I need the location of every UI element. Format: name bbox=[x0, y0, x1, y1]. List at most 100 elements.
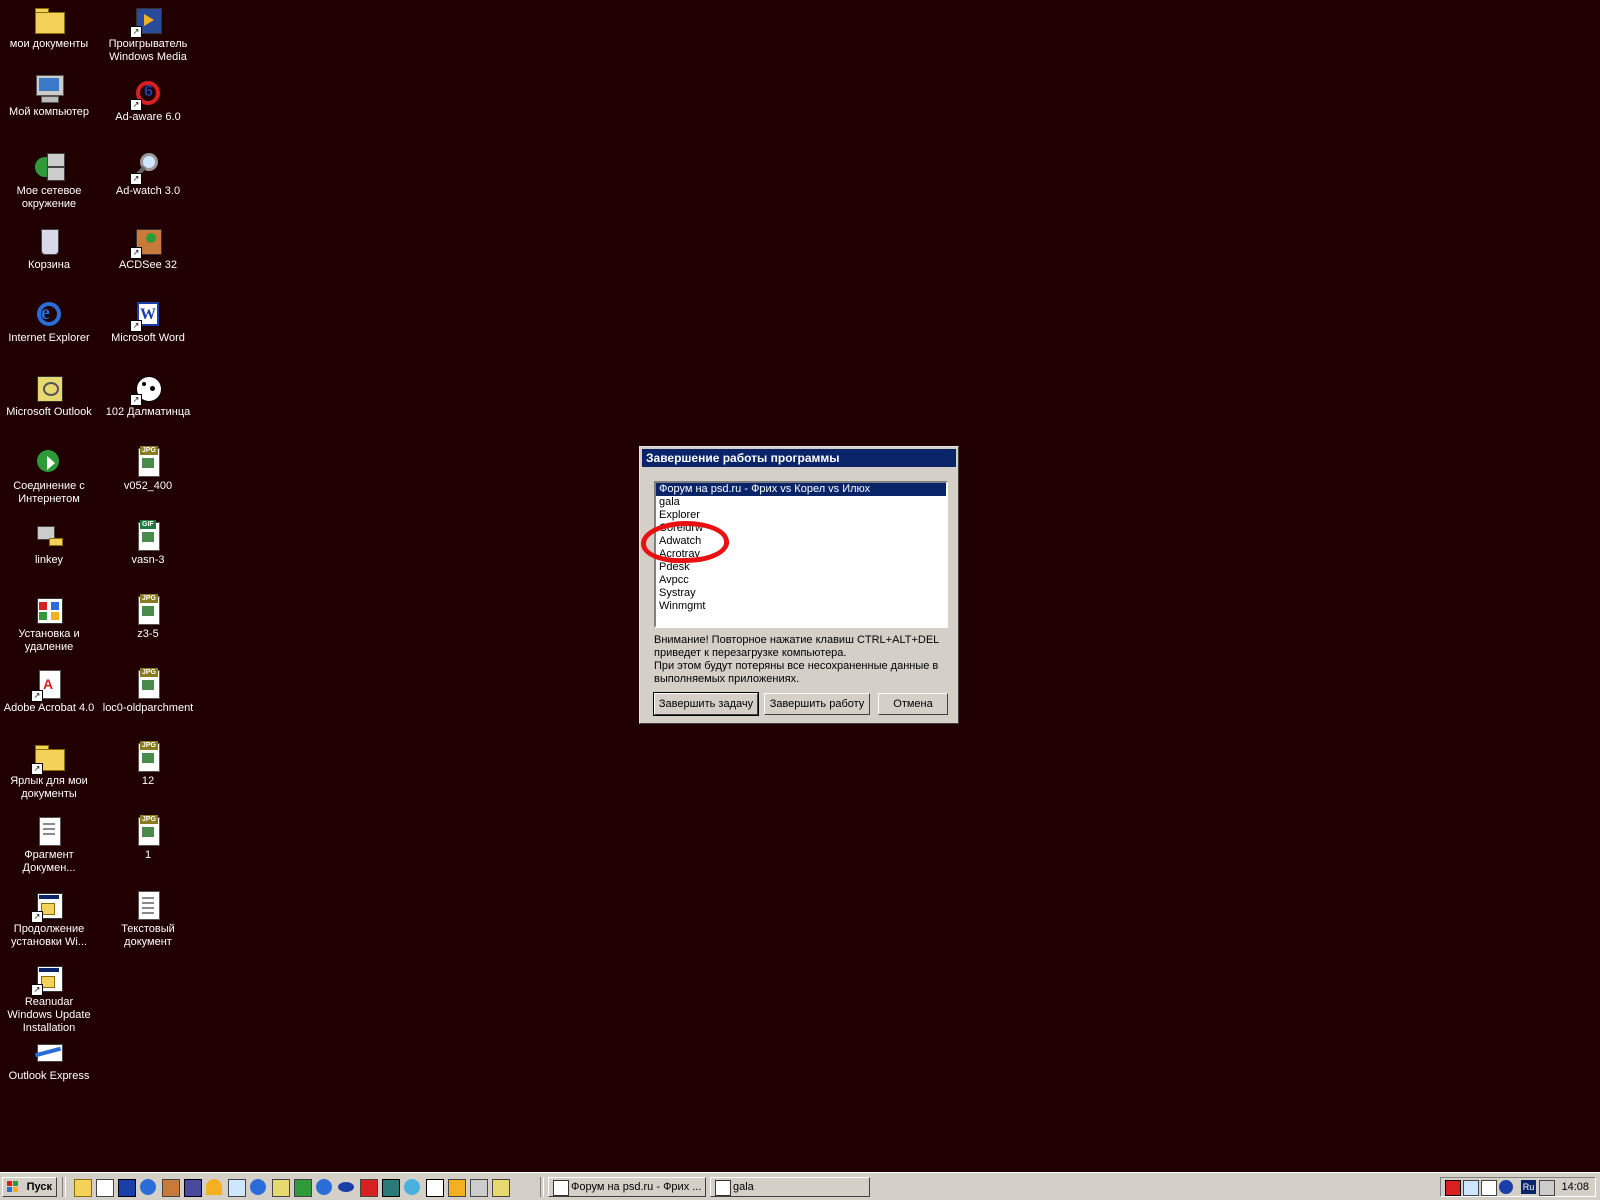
shutdown-button[interactable]: Завершить работу bbox=[764, 693, 870, 715]
taskbar-button-forum[interactable]: Форум на psd.ru - Фрих ... bbox=[548, 1177, 706, 1197]
program-list-item[interactable]: Winmgmt bbox=[656, 600, 946, 613]
quicklaunch-ie-icon[interactable] bbox=[250, 1179, 266, 1195]
recycle-bin-icon bbox=[33, 225, 65, 257]
quicklaunch-app-icon[interactable] bbox=[294, 1179, 312, 1197]
desktop-icon-adaware[interactable]: 6 ↗ Ad-aware 6.0 bbox=[99, 77, 197, 124]
jpg-file-icon: JPG bbox=[132, 668, 164, 700]
jpg-file-icon: JPG bbox=[132, 815, 164, 847]
gif-file-icon: GIF bbox=[132, 520, 164, 552]
browser-window-icon bbox=[715, 1180, 731, 1196]
desktop-icon-dalmatians[interactable]: ↗ 102 Далматинца bbox=[99, 372, 197, 419]
quicklaunch-folder-icon[interactable] bbox=[74, 1179, 92, 1197]
desktop-icon-z3-5[interactable]: JPG z3-5 bbox=[99, 594, 197, 641]
desktop-icon-add-remove[interactable]: Установка и удаление bbox=[0, 594, 98, 654]
word-icon: W ↗ bbox=[130, 298, 164, 332]
media-player-icon: ↗ bbox=[130, 4, 164, 38]
quicklaunch-app-icon[interactable] bbox=[184, 1179, 202, 1197]
quicklaunch-app-icon[interactable] bbox=[404, 1179, 420, 1195]
quicklaunch-app-icon[interactable] bbox=[338, 1182, 354, 1192]
desktop-icon-media-player[interactable]: ↗ Проигрыватель Windows Media bbox=[99, 4, 197, 64]
desktop-icon-1[interactable]: JPG 1 bbox=[99, 815, 197, 862]
quicklaunch-browser-icon[interactable] bbox=[140, 1179, 156, 1195]
quicklaunch-edit-icon[interactable] bbox=[96, 1179, 114, 1197]
taskbar-button-label: gala bbox=[733, 1181, 754, 1193]
quicklaunch-app-icon[interactable] bbox=[316, 1179, 332, 1195]
end-task-button[interactable]: Завершить задачу bbox=[653, 692, 759, 716]
cancel-button[interactable]: Отмена bbox=[878, 693, 948, 715]
desktop-icon-label: 12 bbox=[141, 775, 155, 787]
desktop-icon-label: мои документы bbox=[9, 38, 89, 50]
desktop-icon-label: ACDSee 32 bbox=[118, 259, 178, 271]
desktop-icon-recycle-bin[interactable]: Корзина bbox=[0, 225, 98, 272]
desktop-icon-text-document[interactable]: Текстовый документ bbox=[99, 889, 197, 949]
program-list-item[interactable]: Systray bbox=[656, 587, 946, 600]
desktop-icon-acdsee[interactable]: ↗ ACDSee 32 bbox=[99, 225, 197, 272]
taskbar-separator bbox=[62, 1177, 66, 1197]
quicklaunch-acrobat-icon[interactable] bbox=[360, 1179, 378, 1197]
start-button[interactable]: Пуск bbox=[2, 1177, 57, 1197]
tray-network-icon[interactable] bbox=[1499, 1180, 1513, 1194]
desktop-icon-outlook[interactable]: Microsoft Outlook bbox=[0, 372, 98, 419]
jpg-file-icon: JPG bbox=[132, 741, 164, 773]
desktop-icon-linkey[interactable]: linkey bbox=[0, 520, 98, 567]
desktop-icon-adwatch[interactable]: ↗ Ad-watch 3.0 bbox=[99, 151, 197, 198]
quicklaunch-app-icon[interactable] bbox=[492, 1179, 510, 1197]
program-list-item[interactable]: Acrotray bbox=[656, 548, 946, 561]
warning-line: выполняемых приложениях. bbox=[654, 673, 800, 685]
desktop-icon-internet-explorer[interactable]: e Internet Explorer bbox=[0, 298, 98, 345]
internet-explorer-icon: e bbox=[33, 298, 65, 330]
dialog-warning-text: Внимание! Повторное нажатие клавиш CTRL+… bbox=[654, 634, 950, 686]
desktop-icon-outlook-express[interactable]: Outlook Express bbox=[0, 1036, 98, 1083]
desktop-icon-continue-setup[interactable]: ↗ Продолжение установки Wi... bbox=[0, 889, 98, 949]
clock[interactable]: 14:08 bbox=[1561, 1178, 1589, 1196]
desktop-icon-internet-connection[interactable]: Соединение с Интернетом bbox=[0, 446, 98, 506]
program-list[interactable]: Форум на psd.ru - Фрих vs Корел vs Илюх … bbox=[654, 481, 948, 628]
desktop-icon-vasn-3[interactable]: GIF vasn-3 bbox=[99, 520, 197, 567]
tray-tool-icon[interactable] bbox=[1463, 1180, 1479, 1196]
desktop-icon-my-documents-shortcut[interactable]: ↗ Ярлык для мои документы bbox=[0, 741, 98, 801]
desktop-icon-acrobat[interactable]: A ↗ Adobe Acrobat 4.0 bbox=[0, 668, 98, 715]
taskbar-button-gala[interactable]: gala bbox=[710, 1177, 870, 1197]
computer-icon bbox=[33, 72, 65, 104]
quicklaunch-media-icon[interactable] bbox=[448, 1179, 466, 1197]
desktop-icon-label: 102 Далматинца bbox=[105, 406, 191, 418]
quicklaunch-save-icon[interactable] bbox=[118, 1179, 136, 1197]
desktop-icon-label: Ярлык для мои документы bbox=[10, 775, 88, 800]
warning-line: Внимание! Повторное нажатие клавиш CTRL+… bbox=[654, 634, 940, 646]
language-indicator[interactable]: Ru bbox=[1521, 1180, 1536, 1194]
desktop-icon-windows-update-installation[interactable]: ↗ Reanudar Windows Update Installation bbox=[0, 962, 98, 1035]
taskbar-button-label: Форум на psd.ru - Фрих ... bbox=[571, 1181, 702, 1193]
quicklaunch-outlook-icon[interactable] bbox=[272, 1179, 290, 1197]
desktop-icon-loc0-oldparchment[interactable]: JPG loc0-oldparchment bbox=[99, 668, 197, 715]
text-document-icon bbox=[132, 889, 164, 921]
program-list-item[interactable]: Pdesk bbox=[656, 561, 946, 574]
program-list-item[interactable]: Avpcc bbox=[656, 574, 946, 587]
program-list-item[interactable]: Форум на psd.ru - Фрих vs Корел vs Илюх bbox=[656, 483, 946, 496]
desktop-icon-v052-400[interactable]: JPG v052_400 bbox=[99, 446, 197, 493]
desktop-icon-label: Корзина bbox=[28, 259, 70, 271]
quicklaunch-app-icon[interactable] bbox=[470, 1179, 488, 1197]
desktop-icon-12[interactable]: JPG 12 bbox=[99, 741, 197, 788]
tray-app-icon[interactable] bbox=[1481, 1180, 1497, 1196]
program-list-item[interactable]: Explorer bbox=[656, 509, 946, 522]
program-list-item[interactable]: gala bbox=[656, 496, 946, 509]
quicklaunch-search-icon[interactable] bbox=[228, 1179, 246, 1197]
tray-mail-icon[interactable] bbox=[1445, 1180, 1461, 1196]
quicklaunch-app-icon[interactable] bbox=[162, 1179, 180, 1197]
desktop-icon-label: Фрагмент Докумен... bbox=[22, 849, 76, 874]
quicklaunch-app-icon[interactable] bbox=[382, 1179, 400, 1197]
document-fragment-icon bbox=[33, 815, 65, 847]
tray-speaker-icon[interactable] bbox=[1539, 1180, 1555, 1196]
program-list-item[interactable]: Adwatch bbox=[656, 535, 946, 548]
quicklaunch-app-icon[interactable] bbox=[426, 1179, 444, 1197]
desktop-icon-network[interactable]: Мое сетевое окружение bbox=[0, 151, 98, 211]
quicklaunch-balloon-icon[interactable] bbox=[206, 1179, 222, 1195]
desktop-icon-word[interactable]: W ↗ Microsoft Word bbox=[99, 298, 197, 345]
jpg-file-icon: JPG bbox=[132, 594, 164, 626]
desktop-icon-label: v052_400 bbox=[123, 480, 173, 492]
program-list-item[interactable]: Coreldrw bbox=[656, 522, 946, 535]
desktop-icon-my-computer[interactable]: Мой компьютер bbox=[0, 72, 98, 119]
desktop-icon-my-documents[interactable]: мои документы bbox=[0, 4, 98, 51]
desktop-icon-document-fragment[interactable]: Фрагмент Докумен... bbox=[0, 815, 98, 875]
desktop-icon-label: loc0-oldparchment bbox=[102, 702, 194, 714]
